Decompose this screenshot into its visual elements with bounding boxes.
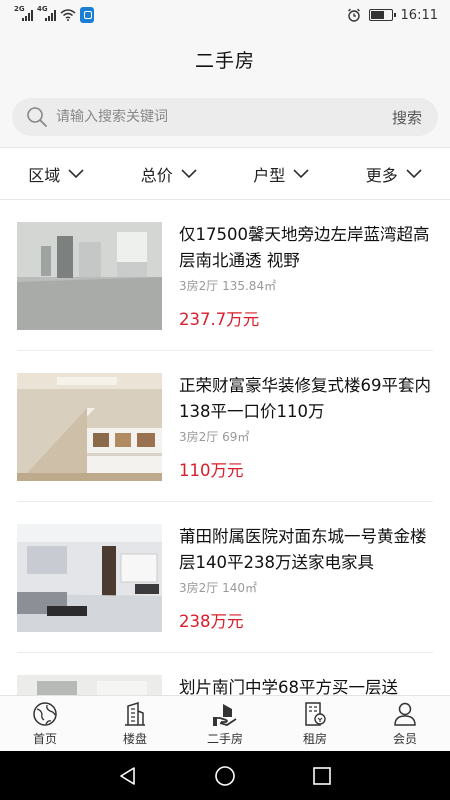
system-nav-bar	[0, 751, 450, 800]
signal-icon: 4G	[37, 5, 56, 21]
page-title: 二手房	[194, 49, 255, 72]
listing-price: 110万元	[179, 461, 244, 480]
living-room-photo	[17, 524, 162, 632]
listing-info: 莆田附属医院对面东城一号黄金楼层140平238万送家电家具 3房2厅 140㎡ …	[179, 524, 433, 652]
user-icon	[394, 702, 416, 726]
listing-info: 仅17500馨天地旁边左岸蓝湾超高层南北通透 视野 3房2厅 135.84㎡ 2…	[179, 222, 433, 350]
empty-room-photo	[17, 222, 162, 330]
listing-meta: 3房2厅 69㎡	[179, 430, 250, 444]
search-area: 搜索	[0, 88, 450, 148]
signal-type-1: 2G	[14, 5, 25, 13]
filter-label: 更多	[365, 165, 398, 185]
listing-title: 仅17500馨天地旁边左岸蓝湾超高层南北通透 视野	[179, 225, 430, 270]
tab-label: 租房	[302, 731, 327, 746]
tab-buildings[interactable]: 楼盘	[90, 696, 180, 751]
hand-house-icon	[213, 703, 237, 726]
tab-label: 会员	[392, 731, 417, 746]
filter-label: 户型	[253, 165, 286, 185]
search-box[interactable]: 搜索	[12, 98, 438, 136]
listing-info: 划片南门中学68平方买一层送	[179, 675, 433, 695]
tab-label: 首页	[32, 731, 57, 746]
chevron-down-icon	[293, 168, 309, 178]
listing-list: 仅17500馨天地旁边左岸蓝湾超高层南北通透 视野 3房2厅 135.84㎡ 2…	[0, 200, 450, 695]
home-icon[interactable]	[214, 765, 236, 787]
back-icon[interactable]	[117, 765, 139, 787]
search-button[interactable]: 搜索	[392, 107, 422, 128]
status-left: 2G 4G	[14, 5, 94, 23]
building-icon	[125, 701, 145, 726]
signal-type-2: 4G	[37, 5, 48, 13]
filter-price[interactable]: 总价	[113, 148, 226, 199]
tab-home[interactable]: 首页	[0, 696, 90, 751]
listing-info: 正荣财富豪华装修复式楼69平套内138平一口价110万 3房2厅 69㎡ 110…	[179, 373, 433, 501]
battery-icon	[368, 9, 396, 21]
filter-label: 总价	[140, 165, 173, 185]
status-right: 16:11	[347, 8, 438, 23]
status-time: 16:11	[400, 7, 438, 23]
tab-label: 二手房	[206, 731, 243, 746]
listing-title: 正荣财富豪华装修复式楼69平套内138平一口价110万	[179, 376, 431, 421]
tab-rent[interactable]: 租房	[270, 696, 360, 751]
interior-photo	[17, 675, 162, 695]
recents-icon[interactable]	[311, 765, 333, 787]
listing-title: 划片南门中学68平方买一层送	[179, 678, 398, 695]
signal-icon: 2G	[14, 5, 33, 21]
chevron-down-icon	[181, 168, 197, 178]
globe-icon	[33, 701, 57, 726]
tab-member[interactable]: 会员	[360, 696, 450, 751]
wifi-icon	[60, 9, 76, 21]
filter-more[interactable]: 更多	[338, 148, 450, 199]
listing-price: 238万元	[179, 612, 244, 631]
listing-item[interactable]: 划片南门中学68平方买一层送	[17, 653, 433, 695]
listing-item[interactable]: 莆田附属医院对面东城一号黄金楼层140平238万送家电家具 3房2厅 140㎡ …	[17, 502, 433, 653]
chevron-down-icon	[406, 168, 422, 178]
filter-layout[interactable]: 户型	[225, 148, 338, 199]
listing-price: 237.7万元	[179, 310, 260, 329]
listing-meta: 3房2厅 140㎡	[179, 581, 257, 595]
filter-label: 区域	[28, 165, 61, 185]
tab-bar: 首页 楼盘 二手房 租房 会员	[0, 695, 450, 751]
search-icon	[27, 107, 47, 127]
search-input[interactable]	[56, 109, 392, 125]
tab-second-hand[interactable]: 二手房	[180, 696, 270, 751]
listing-item[interactable]: 仅17500馨天地旁边左岸蓝湾超高层南北通透 视野 3房2厅 135.84㎡ 2…	[17, 200, 433, 351]
filter-bar: 区域 总价 户型 更多	[0, 148, 450, 200]
tab-label: 楼盘	[122, 731, 147, 746]
title-bar: 二手房	[0, 30, 450, 88]
listing-item[interactable]: 正荣财富豪华装修复式楼69平套内138平一口价110万 3房2厅 69㎡ 110…	[17, 351, 433, 502]
alarm-icon	[347, 8, 360, 22]
status-bar: 2G 4G 16:11	[0, 0, 450, 30]
staircase-photo	[17, 373, 162, 481]
listing-title: 莆田附属医院对面东城一号黄金楼层140平238万送家电家具	[179, 527, 427, 572]
chevron-down-icon	[68, 168, 84, 178]
filter-region[interactable]: 区域	[0, 148, 113, 199]
rent-icon	[305, 701, 326, 726]
listing-meta: 3房2厅 135.84㎡	[179, 279, 277, 293]
security-app-icon	[80, 7, 94, 23]
